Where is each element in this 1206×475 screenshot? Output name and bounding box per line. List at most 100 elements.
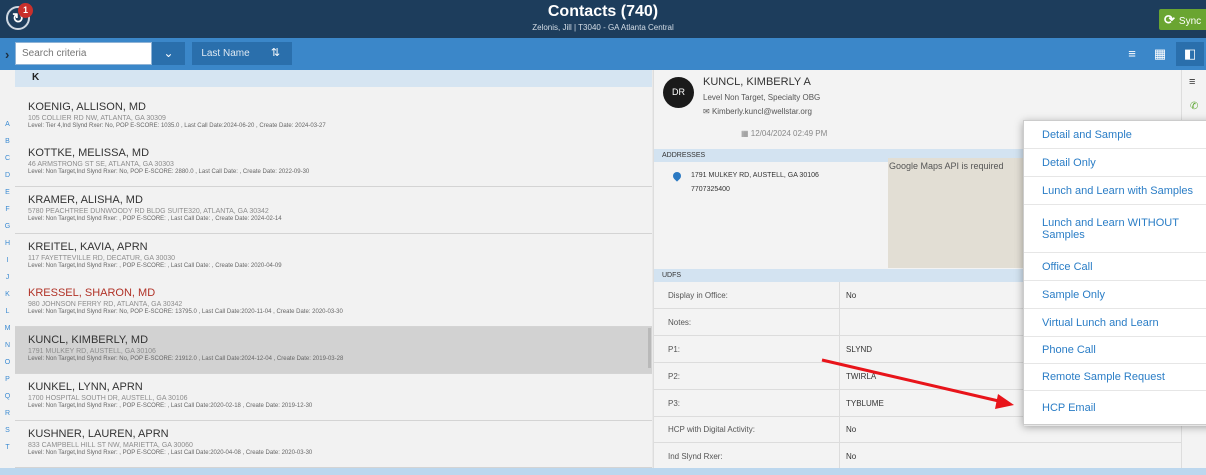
alphabet-letter-n[interactable]: N [0,342,15,349]
call-type-option[interactable]: Lunch and Learn WITHOUT Samples [1024,205,1206,253]
udf-divider [839,336,840,363]
list-view-icon[interactable]: ≡ [1118,42,1146,66]
udf-value: TYBLUME [846,399,884,408]
contact-list-pane: A B C D E F G H I J K L M N O P Q R S T K KOENIG, ALLISON, … [0,70,652,475]
contact-name: KUSHNER, LAUREN, APRN [28,428,169,440]
sort-icon: ⇅ [270,47,281,59]
phone-icon[interactable]: ✆ [1190,101,1198,112]
alphabet-letter-p[interactable]: P [0,376,15,383]
contact-address: 5780 PEACHTREE DUNWOODY RD BLDG SUITE320… [28,208,269,215]
contact-name: KUNCL, KIMBERLY, MD [28,334,149,346]
chevron-down-icon: ⌄ [163,46,174,60]
grid-view-icon[interactable]: ▦ [1146,42,1174,66]
call-type-option[interactable]: Remote Sample Request [1024,364,1206,391]
mail-icon: ✉ [703,107,712,116]
udf-label: Display in Office: [668,291,728,300]
alphabet-letter-a[interactable]: A [0,121,15,128]
detail-email[interactable]: ✉ Kimberly.kuncl@wellstar.org [703,107,812,116]
contact-meta: Level: Tier 4,Ind Slynd Rxer: No, POP E-… [28,123,326,129]
udf-divider [839,443,840,470]
menu-icon[interactable]: ≡ [1189,76,1195,88]
alphabet-letter-m[interactable]: M [0,325,15,332]
contact-meta: Level: Non Target,Ind Slynd Rxer: , POP … [28,216,282,222]
contact-address: 105 COLLIER RD NW, ATLANTA, GA 30309 [28,115,166,122]
contacts-app: ↻ 1 Contacts (740) Zelonis, Jill | T3040… [0,0,1206,475]
calendar-icon: ▦ [741,129,751,138]
call-type-option[interactable]: Sample Only [1024,281,1206,309]
contact-name: KOENIG, ALLISON, MD [28,101,146,113]
address-phone: 7707325400 [691,186,730,193]
sort-direction-button[interactable]: ⇅ [259,42,292,65]
page-title: Contacts (740) [547,3,659,20]
search-input[interactable] [15,42,152,65]
udf-label: Ind Slynd Rxer: [668,452,723,461]
call-type-option[interactable]: HCP Email [1024,391,1206,426]
udf-value: TWIRLA [846,372,877,381]
search-dropdown-button[interactable]: ⌄ [152,42,185,65]
call-type-option[interactable]: Virtual Lunch and Learn [1024,309,1206,337]
contact-name: KREITEL, KAVIA, APRN [28,241,148,253]
alphabet-letter-j[interactable]: J [0,274,15,281]
contact-row[interactable]: KOTTKE, MELISSA, MD 46 ARMSTRONG ST SE, A… [15,140,652,187]
alphabet-letter-o[interactable]: O [0,359,15,366]
call-type-option[interactable]: Office Call [1024,253,1206,281]
udf-row: Ind Slynd Rxer: No [654,443,1182,470]
toolbar: › ⌄ Last Name ⇅ ≡ ▦ ◧ [0,38,1206,70]
alphabet-letter-t[interactable]: T [0,444,15,451]
sort-field-button[interactable]: Last Name [192,42,259,65]
contact-row[interactable]: KUSHNER, LAUREN, APRN 833 CAMPBELL HILL S… [15,421,652,468]
udf-value: SLYND [846,345,873,354]
split-view-icon[interactable]: ◧ [1176,42,1204,66]
call-type-option[interactable]: Detail Only [1024,149,1206,177]
udf-label: Notes: [668,318,692,327]
contact-row[interactable]: KRAMER, ALISHA, MD 5780 PEACHTREE DUNWOOD… [15,187,652,234]
udf-label: P2: [668,372,681,381]
detail-date-text: 12/04/2024 02:49 PM [750,129,828,138]
contact-address: 46 ARMSTRONG ST SE, ATLANTA, GA 30303 [28,161,174,168]
alphabet-letter-f[interactable]: F [0,206,15,213]
alphabet-letter-d[interactable]: D [0,172,15,179]
contact-meta: Level: Non Target,Ind Slynd Rxer: , POP … [28,263,282,269]
contact-meta: Level: Non Target,Ind Slynd Rxer: , POP … [28,403,313,409]
call-type-option[interactable]: Detail and Sample [1024,121,1206,149]
address-line: 1791 MULKEY RD, AUSTELL, GA 30106 [691,172,819,179]
map-pin-icon [671,170,683,182]
contact-row[interactable]: KUNKEL, LYNN, APRN 1700 HOSPITAL SOUTH DR… [15,374,652,421]
top-header: ↻ 1 Contacts (740) Zelonis, Jill | T3040… [0,0,1206,38]
avatar-icon: DR [663,77,694,108]
sync-icon: ⟳ [1164,12,1175,27]
call-type-option[interactable]: Phone Call [1024,337,1206,364]
alphabet-letter-i[interactable]: I [0,257,15,264]
udf-label: P1: [668,345,681,354]
filter-icon[interactable]: › [5,47,9,62]
detail-email-text: Kimberly.kuncl@wellstar.org [711,107,812,116]
contact-row[interactable]: KUNCL, KIMBERLY, MD 1791 MULKEY RD, AUSTE… [15,327,652,374]
call-type-menu: Detail and Sample Detail Only Lunch and Le… [1023,120,1206,426]
alphabet-letter-e[interactable]: E [0,189,15,196]
udf-divider [839,309,840,336]
alphabet-letter-l[interactable]: L [0,308,15,315]
call-type-option[interactable]: Lunch and Learn with Samples [1024,177,1206,205]
list-scrollbar[interactable] [648,328,651,368]
contact-row[interactable]: KREITEL, KAVIA, APRN 117 FAYETTEVILLE RD,… [15,234,652,281]
alphabet-letter-b[interactable]: B [0,138,15,145]
alphabet-letter-h[interactable]: H [0,240,15,247]
contact-name: KRESSEL, SHARON, MD [28,287,156,299]
bottom-strip [0,468,1206,475]
alphabet-letter-k[interactable]: K [0,291,15,298]
alphabet-letter-q[interactable]: Q [0,393,15,400]
contact-address: 980 JOHNSON FERRY RD, ATLANTA, GA 30342 [28,301,183,308]
alphabet-letter-c[interactable]: C [0,155,15,162]
udf-divider [839,390,840,417]
alphabet-letter-g[interactable]: G [0,223,15,230]
contact-row[interactable]: KOENIG, ALLISON, MD 105 COLLIER RD NW, AT… [15,94,652,141]
udf-value: No [846,425,857,434]
contact-row[interactable]: KRESSEL, SHARON, MD 980 JOHNSON FERRY RD,… [15,280,652,327]
sync-button[interactable]: ⟳ Sync [1159,9,1206,30]
alphabet-letter-r[interactable]: R [0,410,15,417]
contact-name: KUNKEL, LYNN, APRN [28,381,143,393]
list-section-header: K [15,70,652,87]
detail-name: KUNCL, KIMBERLY A [703,76,811,88]
contact-address: 1700 HOSPITAL SOUTH DR, AUSTELL, GA 3010… [28,395,188,402]
alphabet-letter-s[interactable]: S [0,427,15,434]
